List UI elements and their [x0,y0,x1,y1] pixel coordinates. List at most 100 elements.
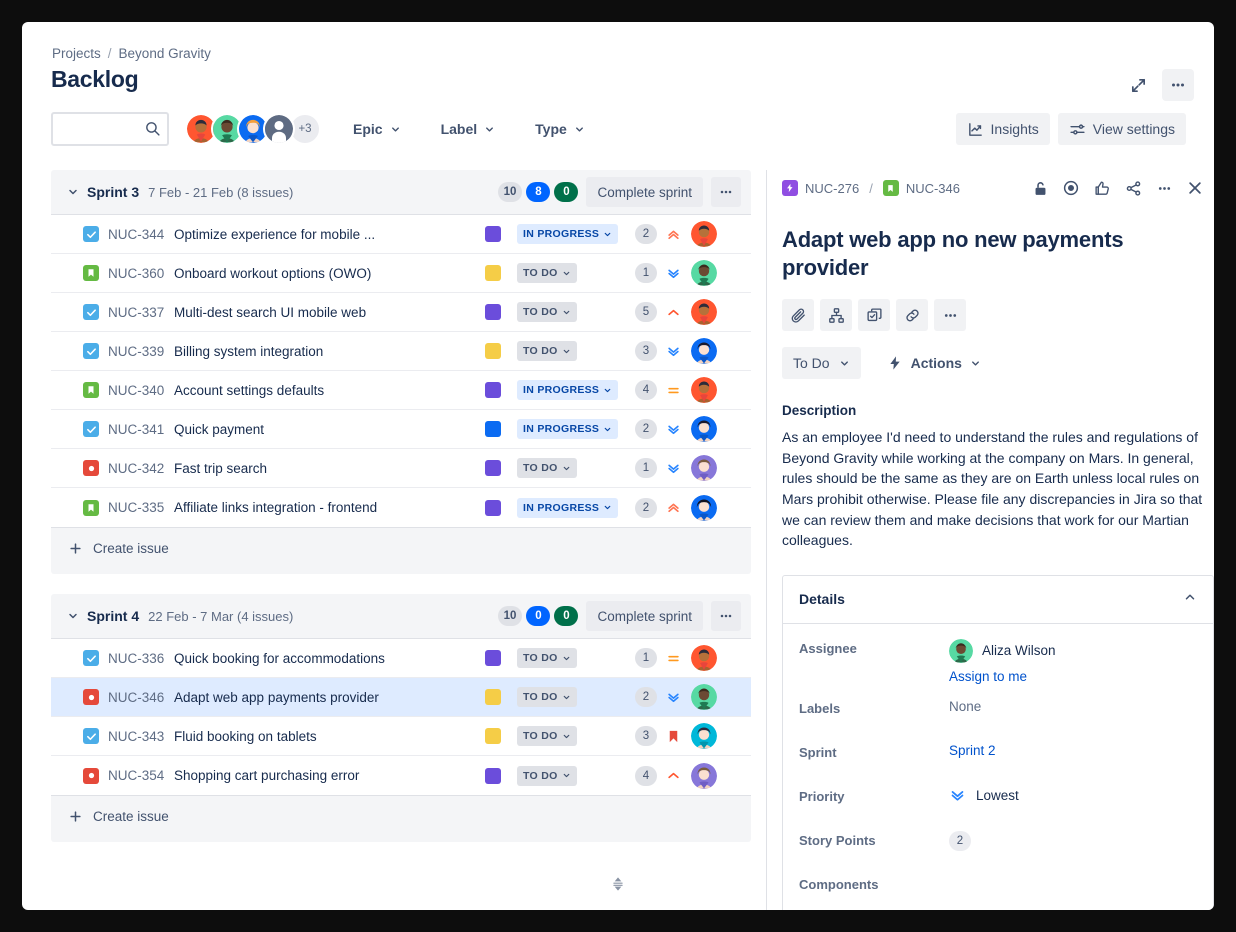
issue-key[interactable]: NUC-360 [108,266,174,281]
status-chip[interactable]: IN PROGRESS [517,380,618,400]
close-icon[interactable] [1180,173,1210,203]
count-done[interactable]: 0 [554,182,578,202]
table-row[interactable]: NUC-354 Shopping cart purchasing error T… [51,756,751,795]
table-row[interactable]: NUC-344 Optimize experience for mobile .… [51,215,751,254]
collapse-chevron-icon[interactable] [67,610,85,622]
attach-icon[interactable] [782,299,814,331]
watch-eye-icon[interactable] [1056,173,1086,203]
table-row[interactable]: NUC-343 Fluid booking on tablets TO DO 3 [51,717,751,756]
avatar[interactable] [691,299,717,325]
status-chip[interactable]: TO DO [517,263,577,283]
sprint-value[interactable]: Sprint 2 [949,743,996,758]
avatar[interactable] [691,221,717,247]
issue-key[interactable]: NUC-335 [108,500,174,515]
create-issue-button[interactable]: Create issue [51,796,751,836]
epic-color-swatch[interactable] [485,728,501,744]
issue-key[interactable]: NUC-343 [108,729,174,744]
issue-key[interactable]: NUC-354 [108,768,174,783]
detail-epic-key[interactable]: NUC-276 [805,181,859,196]
avatar[interactable] [691,495,717,521]
epic-color-swatch[interactable] [485,421,501,437]
create-issue-button[interactable]: Create issue [51,528,751,568]
count-inprogress[interactable]: 0 [526,606,550,626]
status-chip[interactable]: TO DO [517,726,577,746]
chevron-up-icon[interactable] [1183,590,1197,609]
unlock-icon[interactable] [1025,173,1055,203]
avatar[interactable] [691,723,717,749]
expand-icon[interactable] [1122,69,1154,101]
actions-dropdown[interactable]: Actions [879,347,989,379]
epic-color-swatch[interactable] [485,689,501,705]
epic-color-swatch[interactable] [485,768,501,784]
link-chain-icon[interactable] [896,299,928,331]
issue-key[interactable]: NUC-346 [108,690,174,705]
issue-key[interactable]: NUC-344 [108,227,174,242]
count-done[interactable]: 0 [554,606,578,626]
avatar-placeholder[interactable] [263,113,295,145]
details-card-header[interactable]: Details [783,576,1213,624]
count-inprogress[interactable]: 8 [526,182,550,202]
status-chip[interactable]: TO DO [517,341,577,361]
issue-key[interactable]: NUC-336 [108,651,174,666]
epic-color-swatch[interactable] [485,343,501,359]
table-row[interactable]: NUC-342 Fast trip search TO DO 1 [51,449,751,488]
epic-color-swatch[interactable] [485,650,501,666]
link-issue-icon[interactable] [858,299,890,331]
status-chip[interactable]: TO DO [517,766,577,786]
avatar[interactable] [691,416,717,442]
status-dropdown[interactable]: To Do [782,347,861,379]
more-options-icon[interactable] [1149,173,1179,203]
collapse-chevron-icon[interactable] [67,186,85,198]
avatar[interactable] [691,763,717,789]
status-chip[interactable]: IN PROGRESS [517,224,618,244]
count-todo[interactable]: 10 [498,182,523,202]
child-issue-icon[interactable] [820,299,852,331]
breadcrumb-projects[interactable]: Projects [52,46,101,61]
breadcrumb-project[interactable]: Beyond Gravity [119,46,211,61]
avatar[interactable] [691,260,717,286]
avatar[interactable] [691,645,717,671]
assignee-value[interactable]: Aliza Wilson [949,639,1197,663]
filter-epic[interactable]: Epic [345,115,409,143]
complete-sprint-button[interactable]: Complete sprint [586,601,703,631]
share-icon[interactable] [1118,173,1148,203]
sprint-more-icon[interactable] [711,601,741,631]
issue-key[interactable]: NUC-342 [108,461,174,476]
issue-key[interactable]: NUC-341 [108,422,174,437]
table-row[interactable]: NUC-339 Billing system integration TO DO… [51,332,751,371]
epic-color-swatch[interactable] [485,304,501,320]
epic-color-swatch[interactable] [485,265,501,281]
table-row[interactable]: NUC-336 Quick booking for accommodations… [51,639,751,678]
status-chip[interactable]: TO DO [517,687,577,707]
resize-handle[interactable] [606,872,630,896]
status-chip[interactable]: IN PROGRESS [517,498,618,518]
search-input[interactable] [51,112,169,146]
epic-color-swatch[interactable] [485,460,501,476]
view-settings-button[interactable]: View settings [1058,113,1186,145]
more-actions-icon[interactable] [934,299,966,331]
count-todo[interactable]: 10 [498,606,523,626]
filter-type[interactable]: Type [527,115,593,143]
avatar[interactable] [691,377,717,403]
table-row[interactable]: NUC-340 Account settings defaults IN PRO… [51,371,751,410]
detail-issue-key[interactable]: NUC-346 [906,181,960,196]
components-value[interactable] [949,872,1197,875]
table-row[interactable]: NUC-360 Onboard workout options (OWO) TO… [51,254,751,293]
epic-color-swatch[interactable] [485,382,501,398]
issue-key[interactable]: NUC-337 [108,305,174,320]
more-options-icon[interactable] [1162,69,1194,101]
avatar[interactable] [691,684,717,710]
issue-key[interactable]: NUC-339 [108,344,174,359]
status-chip[interactable]: TO DO [517,648,577,668]
story-points-value[interactable]: 2 [949,831,971,851]
complete-sprint-button[interactable]: Complete sprint [586,177,703,207]
thumbs-up-icon[interactable] [1087,173,1117,203]
assign-to-me-link[interactable]: Assign to me [949,669,1197,684]
insights-button[interactable]: Insights [956,113,1050,145]
avatar[interactable] [691,338,717,364]
issue-key[interactable]: NUC-340 [108,383,174,398]
table-row[interactable]: NUC-346 Adapt web app payments provider … [51,678,751,717]
sprint-more-icon[interactable] [711,177,741,207]
table-row[interactable]: NUC-337 Multi-dest search UI mobile web … [51,293,751,332]
labels-value[interactable]: None [949,696,1197,714]
